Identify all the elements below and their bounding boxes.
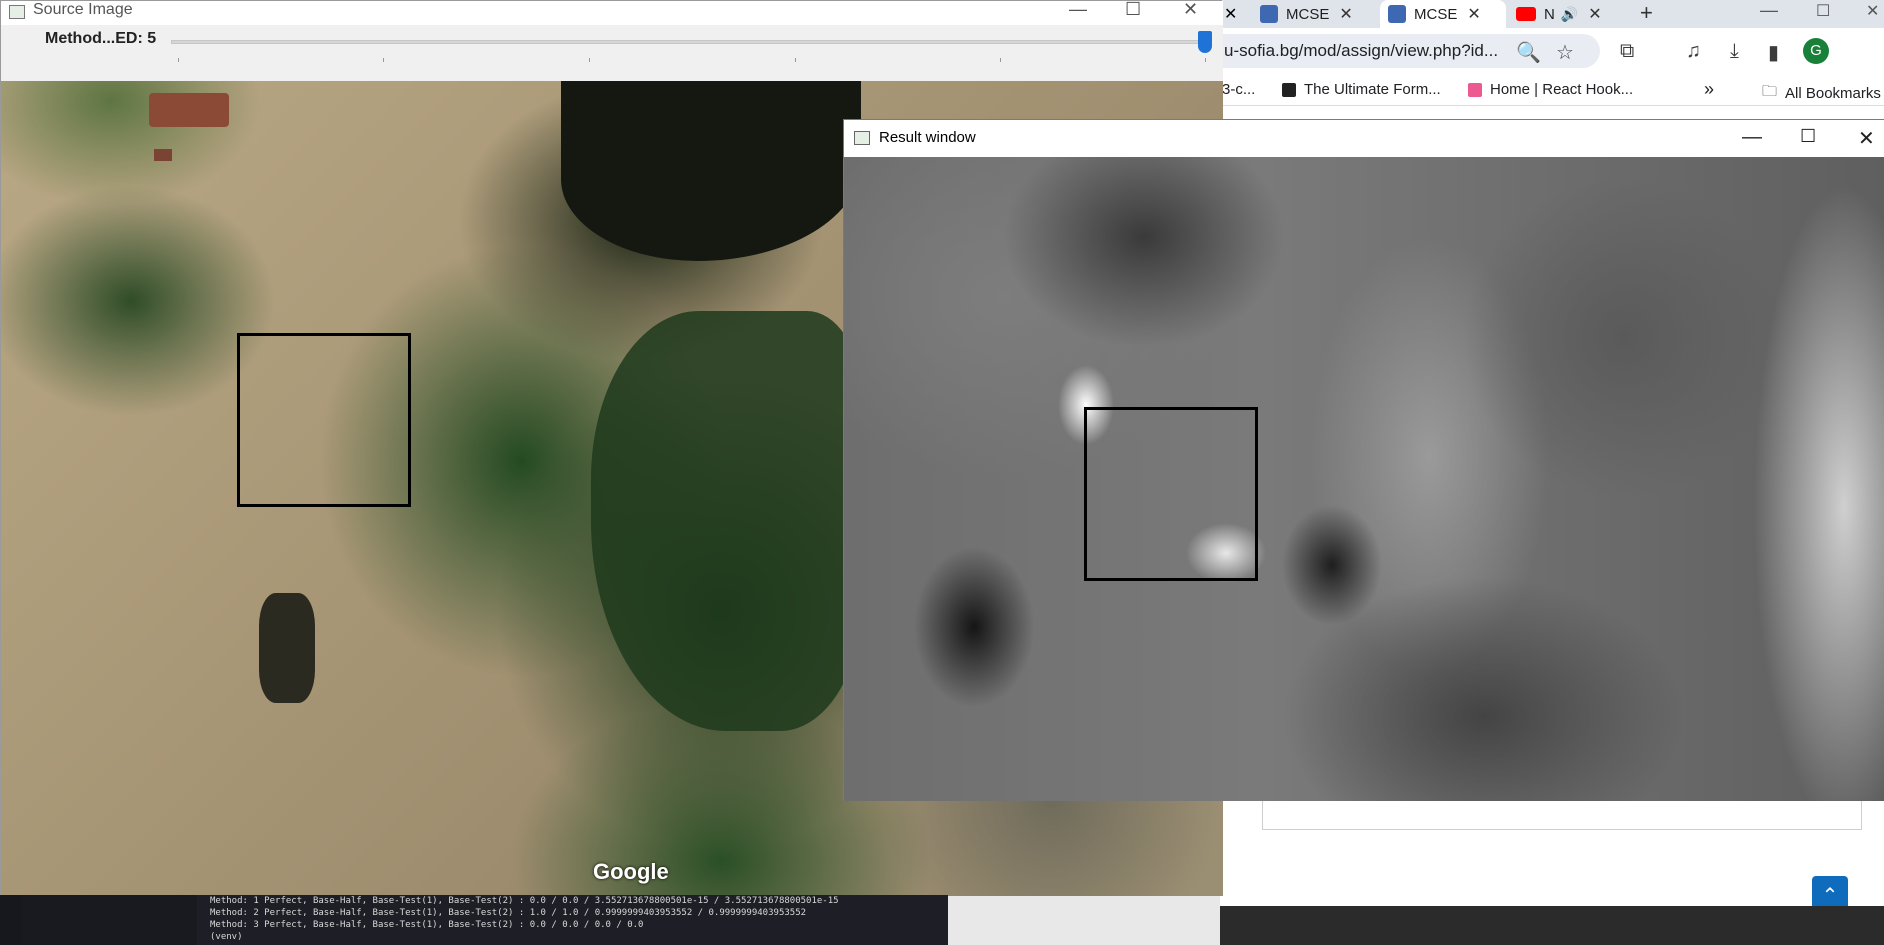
window-title: Source Image bbox=[33, 1, 133, 18]
minimize-icon[interactable]: — bbox=[1742, 126, 1762, 149]
source-titlebar: Source Image — ☐ ✕ bbox=[1, 0, 1223, 25]
terminal-gutter bbox=[0, 895, 22, 945]
bookmark-favicon bbox=[1282, 82, 1296, 97]
console-line: Method: 3 Perfect, Base-Half, Base-Test(… bbox=[210, 920, 644, 930]
forest-area bbox=[591, 311, 861, 731]
tab-close-icon[interactable]: ✕ bbox=[1224, 4, 1237, 24]
bookmark-item[interactable]: The Ultimate Form... bbox=[1282, 81, 1441, 98]
match-rectangle bbox=[237, 333, 411, 507]
extensions-icon[interactable]: ⧉ bbox=[1620, 40, 1634, 63]
moodle-icon bbox=[1388, 5, 1406, 23]
trackbar-tick bbox=[1205, 58, 1206, 62]
terminal-output: Method: 1 Perfect, Base-Half, Base-Test(… bbox=[0, 895, 948, 945]
trackbar-tick bbox=[1000, 58, 1001, 62]
trackbar-tick bbox=[795, 58, 796, 62]
window-icon bbox=[9, 5, 25, 19]
youtube-icon bbox=[1516, 7, 1536, 21]
window-icon bbox=[854, 131, 870, 145]
all-bookmarks-item[interactable]: 🗀 All Bookmarks bbox=[1762, 81, 1881, 106]
close-icon[interactable]: ✕ bbox=[1588, 4, 1601, 24]
speaker-icon[interactable]: 🔊 bbox=[1561, 6, 1578, 23]
minimize-icon[interactable]: — bbox=[1069, 0, 1087, 20]
side-panel-icon[interactable]: ▮ bbox=[1768, 40, 1779, 65]
bookmark-label: The Ultimate Form... bbox=[1304, 81, 1441, 98]
bookmark-label: All Bookmarks bbox=[1785, 85, 1881, 102]
maximize-icon[interactable]: ☐ bbox=[1800, 126, 1816, 147]
console-line: Method: 2 Perfect, Base-Half, Base-Test(… bbox=[210, 908, 807, 918]
bookmark-favicon bbox=[1468, 82, 1482, 97]
bookmark-item[interactable]: 3-c... bbox=[1222, 81, 1255, 98]
trackbar-track[interactable] bbox=[171, 40, 1207, 44]
trackbar-tick bbox=[383, 58, 384, 62]
address-bar[interactable]: u-sofia.bg/mod/assign/view.php?id... bbox=[1220, 34, 1600, 68]
close-icon[interactable]: ✕ bbox=[1183, 0, 1198, 20]
tab-label: MCSE bbox=[1414, 5, 1458, 23]
result-titlebar: Result window — ☐ ✕ bbox=[844, 120, 1884, 157]
tab-mcse-2[interactable]: MCSE ✕ bbox=[1380, 0, 1506, 28]
trackbar-label: Method...ED: 5 bbox=[45, 30, 157, 47]
new-tab-button[interactable]: + bbox=[1640, 0, 1653, 26]
tab-strip: ✕ MCSE ✕ MCSE ✕ N 🔊 ✕ + — ☐ ✕ bbox=[1220, 0, 1884, 28]
google-watermark: Google bbox=[593, 859, 669, 884]
omnibar: u-sofia.bg/mod/assign/view.php?id... 🔍 ☆… bbox=[1220, 28, 1884, 74]
tab-youtube[interactable]: N 🔊 ✕ bbox=[1508, 0, 1630, 28]
bookmark-item[interactable]: Home | React Hook... bbox=[1468, 81, 1633, 98]
terminal-sidebar bbox=[22, 895, 197, 945]
url-text: u-sofia.bg/mod/assign/view.php?id... bbox=[1224, 41, 1499, 60]
close-icon[interactable]: ✕ bbox=[1858, 126, 1875, 151]
trackbar-tick bbox=[178, 58, 179, 62]
close-window-icon[interactable]: ✕ bbox=[1866, 1, 1879, 21]
console-line: Method: 1 Perfect, Base-Half, Base-Test(… bbox=[210, 896, 839, 906]
pond-area bbox=[259, 593, 315, 703]
tab-label: N bbox=[1544, 5, 1555, 23]
bookmark-label: Home | React Hook... bbox=[1490, 81, 1634, 98]
zoom-icon[interactable]: 🔍 bbox=[1516, 40, 1541, 65]
maximize-icon[interactable]: ☐ bbox=[1125, 0, 1141, 20]
barn-roof bbox=[149, 93, 229, 127]
tab-label: MCSE bbox=[1286, 5, 1330, 23]
console-line: (venv) bbox=[210, 932, 243, 942]
match-rectangle bbox=[1084, 407, 1258, 581]
profile-avatar[interactable]: G bbox=[1803, 38, 1829, 64]
bookmark-label: 3-c... bbox=[1222, 81, 1256, 98]
trackbar-tick bbox=[589, 58, 590, 62]
bookmarks-bar: 3-c... The Ultimate Form... Home | React… bbox=[1220, 74, 1884, 106]
tab-mcse-1[interactable]: MCSE ✕ bbox=[1252, 0, 1378, 28]
maximize-icon[interactable]: ☐ bbox=[1816, 1, 1830, 21]
lake-area bbox=[561, 81, 861, 261]
download-icon[interactable]: ⤓ bbox=[1730, 40, 1739, 63]
media-controls-icon[interactable]: ♫ bbox=[1686, 40, 1701, 63]
more-bookmarks-icon[interactable]: » bbox=[1704, 79, 1714, 100]
close-icon[interactable]: ✕ bbox=[1467, 4, 1480, 24]
close-icon[interactable]: ✕ bbox=[1339, 4, 1352, 24]
folder-icon: 🗀 bbox=[1762, 83, 1778, 100]
result-heatmap-image bbox=[844, 157, 1884, 801]
shed-roof bbox=[154, 149, 172, 161]
bookmark-star-icon[interactable]: ☆ bbox=[1556, 40, 1574, 65]
moodle-icon bbox=[1260, 5, 1278, 23]
result-window: Result window — ☐ ✕ bbox=[843, 119, 1884, 801]
minimize-icon[interactable]: — bbox=[1760, 0, 1778, 21]
window-title: Result window bbox=[879, 129, 976, 146]
trackbar-thumb[interactable] bbox=[1198, 31, 1212, 53]
taskbar bbox=[1220, 906, 1884, 945]
method-trackbar-panel: Method...ED: 5 bbox=[1, 25, 1223, 81]
